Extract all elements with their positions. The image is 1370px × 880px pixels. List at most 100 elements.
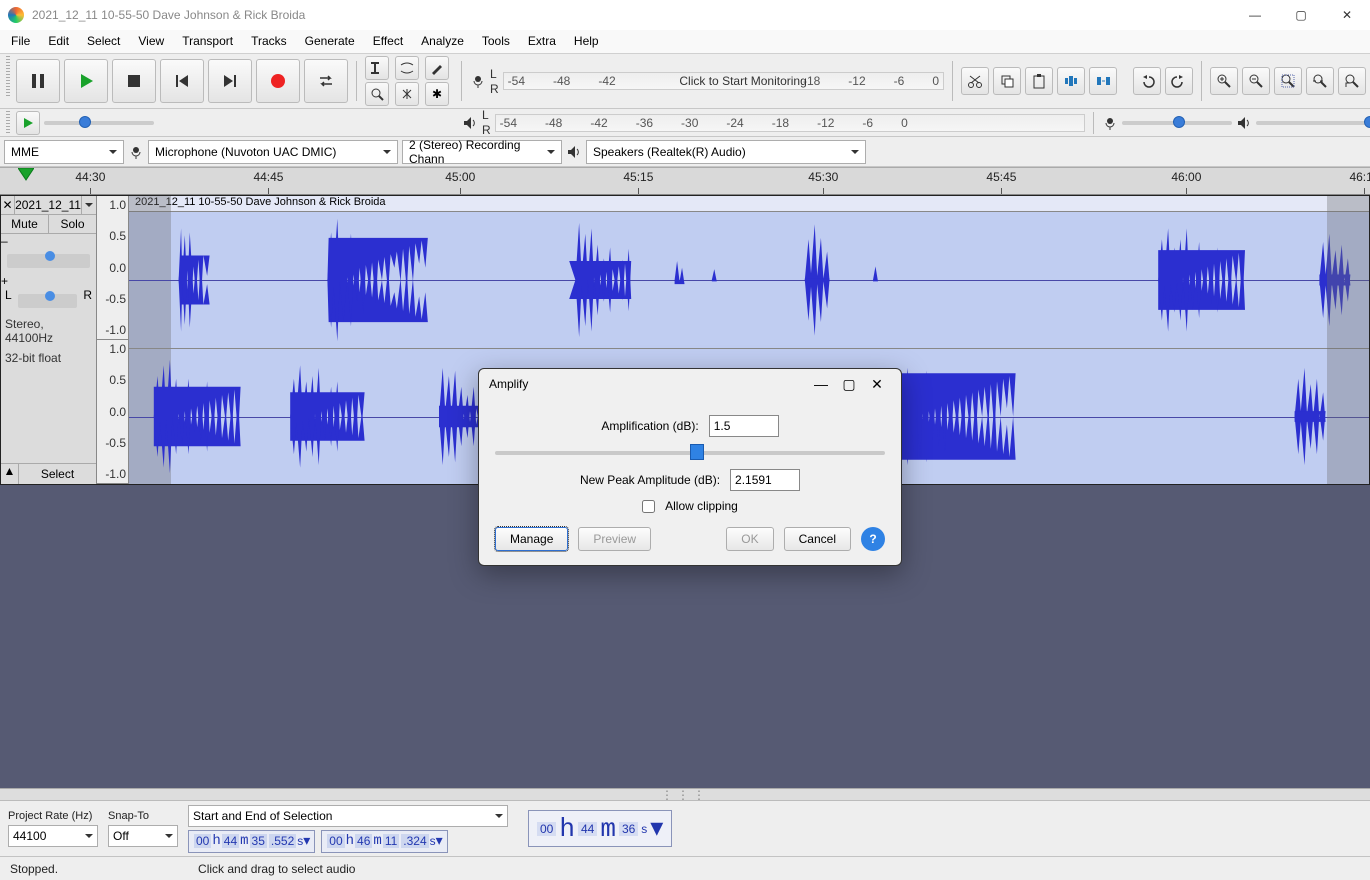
playback-meter[interactable]: -54-48-42-36-30-24-18-12-60	[495, 114, 1085, 132]
loop-button[interactable]	[304, 59, 348, 103]
recording-device-select[interactable]: Microphone (Nuvoton UAC DMIC)	[148, 140, 398, 164]
allow-clipping-label: Allow clipping	[665, 499, 738, 513]
fit-selection-button[interactable]	[1274, 67, 1302, 95]
recording-meter[interactable]: -54-48-42 Click to Start Monitoring -18-…	[503, 72, 944, 90]
audio-host-select[interactable]: MME	[4, 140, 124, 164]
copy-button[interactable]	[993, 67, 1021, 95]
pan-slider[interactable]	[18, 294, 78, 308]
zoom-toggle-button[interactable]	[1338, 67, 1366, 95]
dialog-close-button[interactable]: ✕	[863, 376, 891, 393]
recording-volume-slider[interactable]	[1122, 121, 1232, 125]
select-track-button[interactable]: Select	[19, 464, 96, 484]
playback-speed-slider[interactable]	[44, 121, 154, 125]
horizontal-scrollbar[interactable]: ⋮⋮⋮	[0, 788, 1370, 800]
menu-effect[interactable]: Effect	[364, 30, 412, 53]
divider	[1093, 112, 1094, 134]
dialog-minimize-button[interactable]: —	[807, 376, 835, 392]
timeline-ruler[interactable]: 44:30 44:45 45:00 45:15 45:30 45:45 46:0…	[0, 167, 1370, 195]
divider	[461, 61, 462, 101]
help-button[interactable]: ?	[861, 527, 885, 551]
menu-tools[interactable]: Tools	[473, 30, 519, 53]
toolbar-grip[interactable]	[6, 56, 10, 96]
meter-hint[interactable]: Click to Start Monitoring	[679, 74, 806, 88]
envelope-tool-button[interactable]	[395, 56, 419, 80]
track-name[interactable]: 2021_12_11	[15, 196, 82, 214]
post-clip-region	[1327, 196, 1369, 484]
solo-button[interactable]: Solo	[49, 215, 96, 233]
peak-amplitude-input[interactable]	[730, 469, 800, 491]
window-maximize-button[interactable]: ▢	[1278, 0, 1324, 30]
undo-button[interactable]	[1133, 67, 1161, 95]
selection-start-time[interactable]: 00h44m35.552s▾	[188, 830, 315, 853]
zoom-tool-button[interactable]	[365, 82, 389, 106]
ruler-tick: 45:30	[808, 170, 838, 184]
play-button[interactable]	[64, 59, 108, 103]
status-bar: Stopped. Click and drag to select audio	[0, 856, 1370, 880]
silence-button[interactable]	[1089, 67, 1117, 95]
skip-start-button[interactable]	[160, 59, 204, 103]
window-minimize-button[interactable]: —	[1232, 0, 1278, 30]
menu-transport[interactable]: Transport	[173, 30, 242, 53]
selection-format-select[interactable]: Start and End of Selection	[188, 805, 508, 827]
selection-tool-button[interactable]	[365, 56, 389, 80]
menu-help[interactable]: Help	[565, 30, 608, 53]
cancel-button[interactable]: Cancel	[784, 527, 851, 551]
fit-project-button[interactable]	[1306, 67, 1334, 95]
project-rate-select[interactable]: 44100	[8, 825, 98, 847]
speaker-icon	[566, 144, 582, 160]
track-menu-button[interactable]	[82, 196, 96, 214]
playback-device-select[interactable]: Speakers (Realtek(R) Audio)	[586, 140, 866, 164]
paste-button[interactable]	[1025, 67, 1053, 95]
divider	[952, 61, 953, 101]
timeshift-tool-button[interactable]	[395, 82, 419, 106]
redo-button[interactable]	[1165, 67, 1193, 95]
skip-end-button[interactable]	[208, 59, 252, 103]
menu-select[interactable]: Select	[78, 30, 129, 53]
selection-toolbar: Project Rate (Hz) 44100 Snap-To Off Star…	[0, 800, 1370, 856]
project-rate-label: Project Rate (Hz)	[8, 810, 98, 822]
ruler-tick: 46:00	[1171, 170, 1201, 184]
menu-analyze[interactable]: Analyze	[412, 30, 473, 53]
collapse-track-button[interactable]: ▲	[1, 464, 19, 484]
draw-tool-button[interactable]	[425, 56, 449, 80]
gain-slider[interactable]: – +	[1, 234, 96, 288]
amplification-slider[interactable]	[495, 451, 885, 455]
allow-clipping-checkbox[interactable]	[642, 500, 655, 513]
stop-button[interactable]	[112, 59, 156, 103]
clip-label[interactable]: 2021_12_11 10-55-50 Dave Johnson & Rick …	[129, 196, 1369, 212]
record-button[interactable]	[256, 59, 300, 103]
snap-to-select[interactable]: Off	[108, 825, 178, 847]
playback-volume-slider[interactable]	[1256, 121, 1366, 125]
pan-label-r: R	[83, 288, 92, 314]
menu-view[interactable]: View	[129, 30, 173, 53]
mic-icon	[128, 144, 144, 160]
selection-end-time[interactable]: 00h46m11.324s▾	[321, 830, 447, 853]
track-close-button[interactable]: ✕	[1, 196, 15, 214]
divider	[1201, 61, 1202, 101]
audio-position-display[interactable]: 00h 44m 36 s▾	[528, 810, 672, 847]
pause-button[interactable]	[16, 59, 60, 103]
menu-generate[interactable]: Generate	[296, 30, 364, 53]
recording-channels-select[interactable]: 2 (Stereo) Recording Chann	[402, 140, 562, 164]
ok-button[interactable]: OK	[726, 527, 773, 551]
manage-button[interactable]: Manage	[495, 527, 568, 551]
multi-tool-button[interactable]: ✱	[425, 82, 449, 106]
play-at-speed-button[interactable]	[16, 111, 40, 135]
toolbar-grip[interactable]	[6, 111, 10, 133]
mute-button[interactable]: Mute	[1, 215, 49, 233]
amplification-input[interactable]	[709, 415, 779, 437]
playhead-marker[interactable]	[18, 168, 34, 182]
menu-tracks[interactable]: Tracks	[242, 30, 296, 53]
cut-button[interactable]	[961, 67, 989, 95]
menu-file[interactable]: File	[2, 30, 39, 53]
menu-edit[interactable]: Edit	[39, 30, 78, 53]
zoom-out-button[interactable]	[1242, 67, 1270, 95]
trim-button[interactable]	[1057, 67, 1085, 95]
window-close-button[interactable]: ✕	[1324, 0, 1370, 30]
mic-icon	[470, 73, 486, 89]
menu-extra[interactable]: Extra	[519, 30, 565, 53]
preview-button[interactable]: Preview	[578, 527, 651, 551]
zoom-in-button[interactable]	[1210, 67, 1238, 95]
rec-meter-L-label: L	[490, 67, 499, 81]
dialog-maximize-button[interactable]: ▢	[835, 376, 863, 393]
